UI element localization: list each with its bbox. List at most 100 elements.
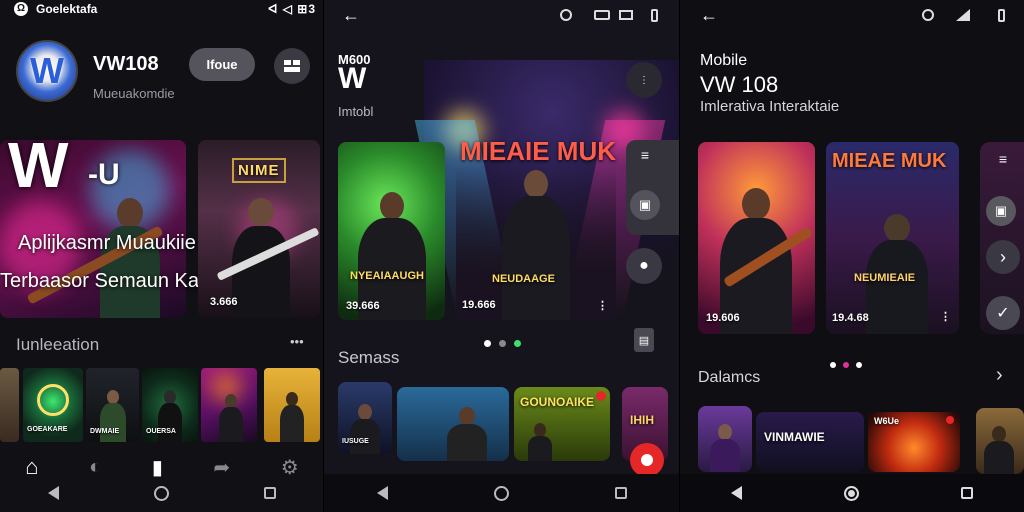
home-nav-icon[interactable] xyxy=(494,485,509,501)
more-icon[interactable]: ••• xyxy=(290,334,304,349)
bag-icon[interactable]: ▣ xyxy=(630,190,660,220)
carousel-dot[interactable] xyxy=(843,362,849,368)
recents-nav-icon[interactable] xyxy=(961,487,973,499)
screen-discover: ← M600 W Imtobl MIEAIE MUK NYEAIAAUGH 39… xyxy=(324,0,680,512)
screen-detail: ← Mobile VW 108 Imlerativa Interaktaie 1… xyxy=(680,0,1024,512)
home-nav-icon[interactable] xyxy=(844,485,859,501)
tile-label: W6Ue xyxy=(874,416,900,426)
thumb-label: DWMAIE xyxy=(90,428,120,435)
battery-icon xyxy=(998,9,1005,22)
profile-name: VW108 xyxy=(93,53,159,75)
left-card-count: 39.666 xyxy=(346,300,380,312)
record-button[interactable] xyxy=(630,443,664,477)
avatar[interactable]: W xyxy=(16,40,78,102)
thumb-4[interactable] xyxy=(201,368,257,442)
back-arrow-icon[interactable]: ← xyxy=(342,6,360,24)
left-feature-card[interactable]: 19.606 xyxy=(698,142,815,334)
notification-icon: Ω xyxy=(14,2,28,16)
thumb-0[interactable] xyxy=(0,368,19,442)
side-poster-title: NIME xyxy=(232,158,286,183)
section-title: Semass xyxy=(338,348,400,367)
system-nav-bar xyxy=(680,474,1024,512)
card-more-icon[interactable]: ⋮ xyxy=(597,299,608,312)
thumb-label: OUERSA xyxy=(146,428,176,435)
carousel-dot[interactable] xyxy=(856,362,862,368)
tile-1[interactable]: VINMAWIE xyxy=(756,412,864,472)
side-poster-card[interactable]: NIME 3.666 xyxy=(198,140,320,318)
home-nav-icon[interactable] xyxy=(153,485,169,501)
notification-dot xyxy=(596,391,606,401)
thumb-2[interactable]: DWMAIE xyxy=(86,368,139,442)
left-card-title: NYEAIAAUGH xyxy=(350,270,424,282)
status-app-name: Goelektafa xyxy=(36,2,98,16)
carousel-dot[interactable] xyxy=(499,340,506,347)
thumb-3[interactable]: OUERSA xyxy=(142,368,198,442)
recents-nav-icon[interactable] xyxy=(615,487,627,499)
screen-icon[interactable] xyxy=(619,10,633,20)
avatar-letter: W xyxy=(30,50,64,91)
header-subtitle: Imtobl xyxy=(338,104,374,119)
tile-0[interactable]: IUSUGE xyxy=(338,382,392,454)
header-line-2: VW 108 xyxy=(700,72,779,97)
status-right-icons: ᐊ ◁ ⊞3 xyxy=(268,2,316,16)
tile-label: VINMAWIE xyxy=(764,430,825,444)
system-nav-bar xyxy=(324,474,680,512)
chat-icon[interactable]: ● xyxy=(626,248,662,284)
hero-logo-suffix: -U xyxy=(88,158,120,191)
gallery-icon[interactable] xyxy=(274,48,310,84)
back-nav-icon[interactable] xyxy=(47,486,59,500)
right-card-subtitle: NEUMIEAIE xyxy=(854,272,916,284)
back-nav-icon[interactable] xyxy=(731,486,742,500)
cast-icon[interactable] xyxy=(594,10,610,20)
tile-label: GOUNOAIKE xyxy=(520,395,595,409)
hero-poster-title: MIEAIE MUK xyxy=(460,136,616,166)
tile-2[interactable]: GOUNOAIKE xyxy=(514,387,610,461)
carousel-dot[interactable] xyxy=(830,362,836,368)
tile-label: IHIH xyxy=(630,413,654,427)
bag-icon[interactable]: ▣ xyxy=(986,196,1016,226)
hero-line-1: Aplijkasmr Muaukiie xyxy=(18,232,196,254)
search-icon[interactable] xyxy=(560,9,572,21)
app-showcase: Ω Goelektafa ᐊ ◁ ⊞3 W VW108 Mueuakomdie … xyxy=(0,0,1024,512)
left-card-count: 19.606 xyxy=(706,312,740,324)
right-feature-card[interactable]: MIEAE MUK NEUMIEAIE 19.4.68 ⋮ xyxy=(826,142,959,334)
back-arrow-icon[interactable]: ← xyxy=(700,6,718,24)
system-nav-bar xyxy=(0,474,324,512)
carousel-dot[interactable] xyxy=(484,340,491,347)
tile-2[interactable]: W6Ue xyxy=(868,412,960,472)
right-card-title: MIEAE MUK xyxy=(832,150,947,172)
center-feature-card[interactable]: NEUDAAGE 19.666 ⋮ xyxy=(456,165,616,320)
status-bar: ← xyxy=(680,0,1024,24)
menu-icon[interactable]: ⋮ xyxy=(626,62,662,98)
section-arrow-icon[interactable]: › xyxy=(996,364,1003,387)
thumb-5[interactable] xyxy=(264,368,320,442)
header-line-3: Imlerativa Interaktaie xyxy=(700,98,840,115)
back-nav-icon[interactable] xyxy=(377,486,388,500)
carousel-dot[interactable] xyxy=(514,340,521,347)
screen-home: Ω Goelektafa ᐊ ◁ ⊞3 W VW108 Mueuakomdie … xyxy=(0,0,324,512)
hero-logo: W xyxy=(8,129,68,201)
section-title: Iunleeation xyxy=(16,335,100,354)
status-bar: ← xyxy=(324,0,680,24)
thumb-label: GOEAKARE xyxy=(27,426,68,433)
thumb-1[interactable]: GOEAKARE xyxy=(23,368,83,442)
tile-0[interactable] xyxy=(698,406,752,472)
profile-action-button[interactable]: Ifoue xyxy=(189,48,255,81)
tile-1[interactable] xyxy=(397,387,509,461)
signal-icon xyxy=(956,9,970,21)
search-icon[interactable] xyxy=(922,9,934,21)
profile-subtitle: Mueuakomdie xyxy=(93,86,175,101)
check-icon[interactable]: ✓ xyxy=(986,296,1020,330)
next-arrow-icon[interactable]: › xyxy=(986,240,1020,274)
menu-lines-icon[interactable]: ≡ xyxy=(634,146,656,164)
carousel-dots xyxy=(830,362,862,368)
notification-dot xyxy=(946,416,954,424)
tile-3[interactable] xyxy=(976,408,1024,474)
battery-icon xyxy=(651,9,658,22)
left-feature-card[interactable]: NYEAIAAUGH 39.666 xyxy=(338,142,445,320)
menu-lines-icon[interactable]: ≡ xyxy=(992,150,1014,168)
card-more-icon[interactable]: ⋮ xyxy=(940,310,951,323)
document-icon[interactable]: ▤ xyxy=(634,328,654,352)
recents-nav-icon[interactable] xyxy=(264,487,277,499)
header-line-1: Mobile xyxy=(700,52,748,69)
